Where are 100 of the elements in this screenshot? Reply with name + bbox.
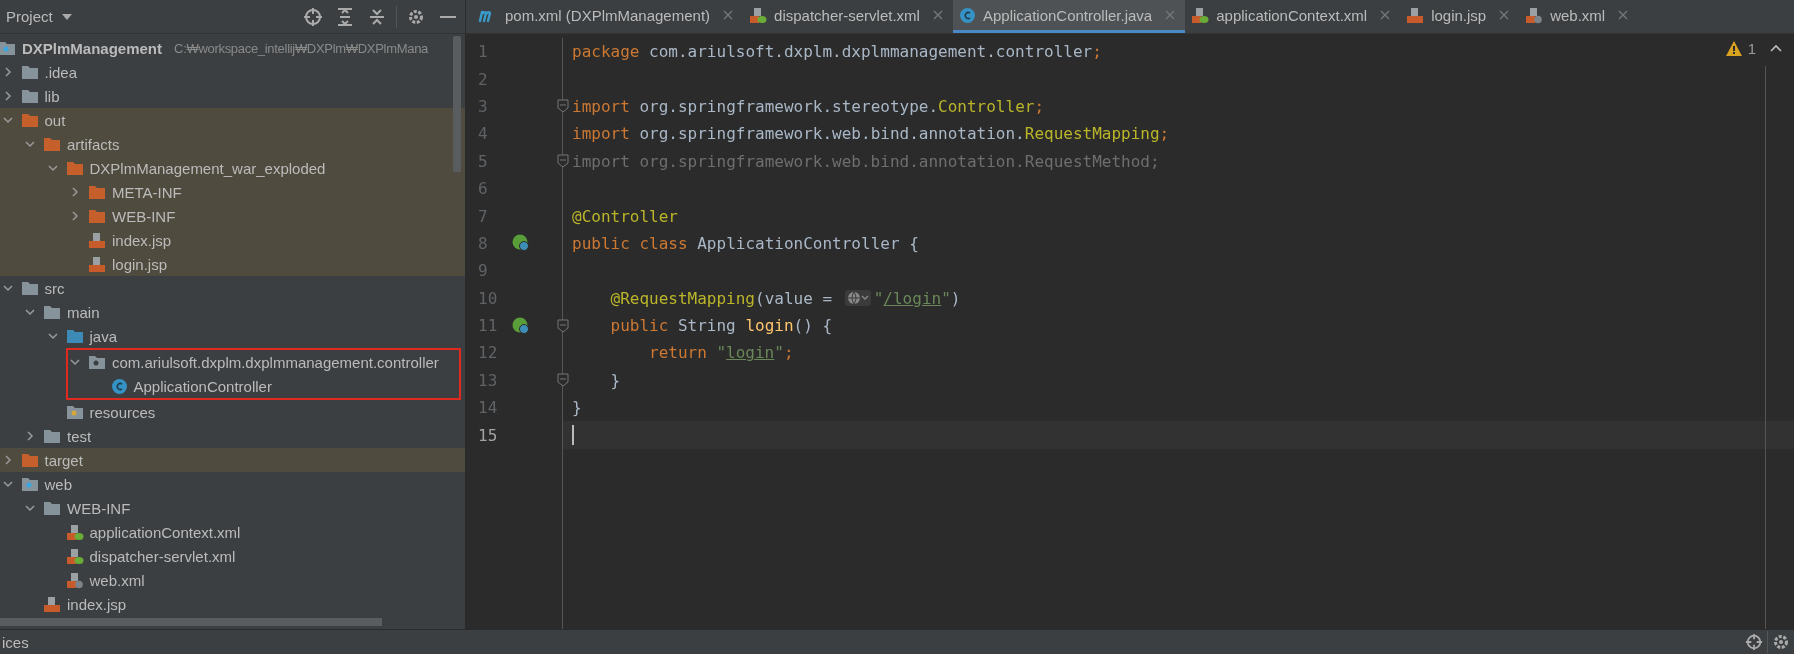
close-icon[interactable] xyxy=(1380,10,1391,20)
tree-item[interactable]: ApplicationController xyxy=(133,377,272,395)
folder-icon xyxy=(43,304,61,320)
tree-item[interactable]: java xyxy=(89,327,118,345)
tree-item[interactable]: target xyxy=(44,451,83,469)
chevron-right-icon[interactable] xyxy=(69,186,81,198)
fold-marker-icon[interactable] xyxy=(557,99,569,114)
tree-item[interactable]: dispatcher-servlet.xml xyxy=(89,547,236,565)
tree-item[interactable]: resources xyxy=(89,403,156,421)
tree-item[interactable]: index.jsp xyxy=(67,595,127,613)
tree-item[interactable]: applicationContext.xml xyxy=(89,523,241,541)
line-number: 12 xyxy=(477,343,499,363)
tree-item[interactable]: login.jsp xyxy=(112,255,168,273)
chevron-down-icon[interactable] xyxy=(69,356,81,368)
editor-tab[interactable]: dispatcher-servlet.xml xyxy=(743,0,953,33)
folder-icon xyxy=(20,452,39,468)
xml-globe-file-icon xyxy=(65,571,84,589)
close-icon[interactable] xyxy=(723,10,734,20)
bean-gutter-icon[interactable] xyxy=(511,315,531,336)
code-text: import org.springframework.stereotype.Controller; xyxy=(572,96,1045,116)
line-number: 2 xyxy=(477,69,489,89)
tree-item[interactable]: web xyxy=(44,475,73,493)
chevron-down-icon[interactable] xyxy=(1,282,14,294)
chevron-down-icon[interactable] xyxy=(24,306,36,318)
code-text: return "login"; xyxy=(649,343,794,363)
xml-leaf-file-icon xyxy=(65,547,84,565)
jsp-file-icon xyxy=(88,231,106,249)
fold-marker-icon[interactable] xyxy=(557,318,569,333)
folder-icon xyxy=(43,500,61,516)
tree-item[interactable]: lib xyxy=(44,87,60,105)
chevron-down-icon[interactable] xyxy=(46,162,59,174)
chevron-down-icon[interactable] xyxy=(1,114,14,126)
line-number: 6 xyxy=(477,179,489,199)
tree-item[interactable]: test xyxy=(67,427,92,445)
tree-item[interactable]: out xyxy=(44,111,66,129)
chevron-down-icon[interactable] xyxy=(46,330,59,342)
folder-icon xyxy=(65,160,84,176)
chevron-right-icon[interactable] xyxy=(69,210,81,222)
class-icon xyxy=(958,6,976,24)
code-text: "/login") xyxy=(873,288,961,308)
tree-item[interactable]: main xyxy=(67,303,100,321)
line-number: 10 xyxy=(477,288,499,308)
editor-tab[interactable]: login.jsp xyxy=(1400,0,1520,33)
tree-item[interactable]: index.jsp xyxy=(112,231,172,249)
folder-icon xyxy=(65,328,84,344)
line-number: 8 xyxy=(477,233,489,253)
folder-icon xyxy=(20,64,39,80)
editor-tab[interactable]: ApplicationController.java xyxy=(952,0,1186,33)
scrollbar[interactable] xyxy=(0,618,382,626)
editor-tab[interactable]: applicationContext.xml xyxy=(1185,0,1401,33)
warning-count[interactable]: 1 xyxy=(1747,40,1756,57)
code-text: public class ApplicationController { xyxy=(572,233,919,253)
xml-leaf-file-icon xyxy=(1191,6,1210,24)
folder-icon xyxy=(20,88,39,104)
project-view-dropdown[interactable]: Project xyxy=(4,8,73,25)
folder-icon xyxy=(43,428,61,444)
line-number: 15 xyxy=(477,425,499,445)
xml-globe-file-icon xyxy=(1525,6,1544,24)
close-icon[interactable] xyxy=(932,10,943,20)
warning-icon[interactable] xyxy=(1725,41,1742,56)
scrollbar[interactable] xyxy=(453,36,461,172)
tree-item[interactable]: artifacts xyxy=(67,135,120,153)
dropdown-caret-icon[interactable] xyxy=(60,12,73,21)
tool-window-title[interactable]: ices xyxy=(2,633,29,651)
line-number: 3 xyxy=(477,96,489,116)
chevron-right-icon[interactable] xyxy=(24,430,36,442)
folder-icon xyxy=(20,280,39,296)
tree-item[interactable]: .idea xyxy=(44,63,78,81)
bean-gutter-icon[interactable] xyxy=(511,233,531,254)
editor-tab[interactable]: web.xml xyxy=(1519,0,1639,33)
line-number: 11 xyxy=(477,316,499,336)
chevron-down-icon[interactable] xyxy=(24,502,36,514)
code-text: @Controller xyxy=(572,206,678,226)
fold-marker-icon[interactable] xyxy=(557,154,569,169)
code-text: } xyxy=(572,398,582,418)
module-folder-icon xyxy=(0,40,16,56)
close-icon[interactable] xyxy=(1618,10,1629,20)
folder-icon xyxy=(43,136,61,152)
fold-marker-icon[interactable] xyxy=(557,373,569,388)
web-folder-icon xyxy=(20,476,39,492)
resources-folder-icon xyxy=(65,404,84,420)
tree-item[interactable]: web.xml xyxy=(89,571,145,589)
code-text: } xyxy=(610,370,621,390)
close-icon[interactable] xyxy=(1499,10,1510,20)
folder-icon xyxy=(88,208,106,224)
tree-item[interactable]: DXPlmManagement xyxy=(22,39,163,57)
jsp-file-icon xyxy=(1406,6,1425,24)
code-text: @RequestMapping(value = xyxy=(610,288,834,308)
chevron-down-icon[interactable] xyxy=(1,478,14,490)
tree-item[interactable]: WEB-INF xyxy=(67,499,131,517)
tree-item[interactable]: com.ariulsoft.dxplm.dxplmmanagement.controller xyxy=(112,353,439,371)
tree-item[interactable]: META-INF xyxy=(112,183,182,201)
line-number: 9 xyxy=(477,261,489,281)
chevron-down-icon[interactable] xyxy=(24,138,36,150)
url-inlay-icon[interactable] xyxy=(844,290,871,307)
tree-item[interactable]: WEB-INF xyxy=(112,207,176,225)
code-text: import org.springframework.web.bind.annotation.RequestMethod; xyxy=(572,151,1160,171)
package-icon xyxy=(88,354,106,370)
editor-tab[interactable]: pom.xml (DXPlmManagement) xyxy=(472,0,744,33)
tree-item[interactable]: src xyxy=(44,279,65,297)
